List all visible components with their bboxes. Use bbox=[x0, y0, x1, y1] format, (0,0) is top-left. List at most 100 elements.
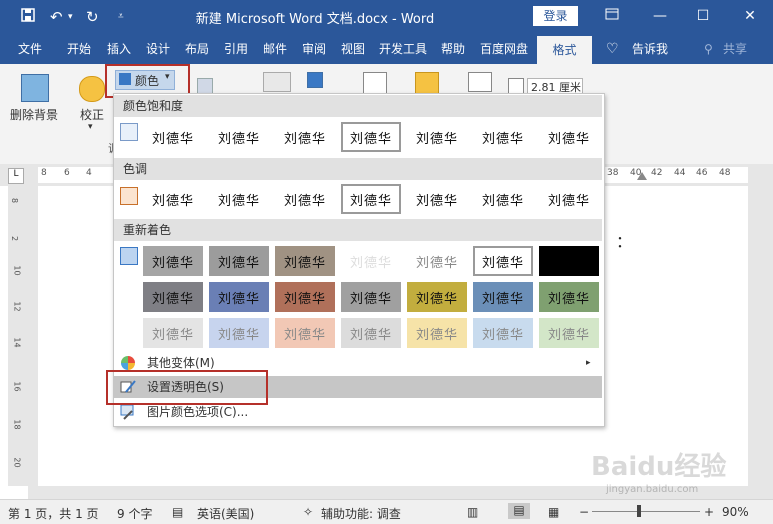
watermark-url: jingyan.baidu.com bbox=[606, 484, 699, 495]
crop-icon[interactable] bbox=[468, 72, 492, 92]
tell-me-box[interactable]: 告诉我 bbox=[632, 34, 668, 64]
recolor-swatch[interactable]: 刘德华 bbox=[407, 282, 467, 312]
saturation-swatch[interactable]: 刘德华 bbox=[473, 122, 533, 152]
recolor-swatch[interactable]: 刘德华 bbox=[473, 246, 533, 276]
web-layout-icon[interactable]: ▦ bbox=[548, 505, 559, 519]
accessibility-status[interactable]: 辅助功能: 调查 bbox=[321, 505, 401, 522]
undo-icon[interactable]: ↶ bbox=[50, 7, 63, 27]
tab-design[interactable]: 设计 bbox=[146, 34, 170, 64]
zoom-level[interactable]: 90% bbox=[722, 505, 749, 519]
ribbon-tabs: 文件 开始 插入 设计 布局 引用 邮件 审阅 视图 开发工具 帮助 百度网盘 … bbox=[0, 34, 773, 64]
recolor-swatch[interactable]: 刘德华 bbox=[341, 282, 401, 312]
tone-swatch[interactable]: 刘德华 bbox=[341, 184, 401, 214]
tab-stop-selector[interactable]: L bbox=[8, 168, 24, 184]
recolor-swatch[interactable]: 刘德华 bbox=[143, 318, 203, 348]
tab-insert[interactable]: 插入 bbox=[107, 34, 131, 64]
read-mode-icon[interactable]: ▥ bbox=[467, 505, 478, 519]
zoom-out-icon[interactable]: − bbox=[579, 505, 589, 519]
page-count[interactable]: 第 1 页，共 1 页 bbox=[8, 505, 99, 522]
tone-swatch[interactable]: 刘德华 bbox=[209, 184, 269, 214]
redo-icon[interactable]: ↻ bbox=[86, 7, 99, 27]
recolor-swatch[interactable]: 刘德华 bbox=[539, 246, 599, 276]
remove-background-button[interactable]: 删除背景 bbox=[10, 106, 58, 123]
minimize-button[interactable]: — bbox=[645, 6, 675, 26]
tab-file[interactable]: 文件 bbox=[18, 34, 42, 64]
recolor-swatch[interactable]: 刘德华 bbox=[473, 282, 533, 312]
corrections-icon[interactable] bbox=[79, 76, 105, 102]
word-count[interactable]: 9 个字 bbox=[117, 505, 152, 522]
ruler-number: 38 bbox=[607, 168, 619, 178]
remove-background-icon[interactable] bbox=[21, 74, 49, 102]
proofing-icon[interactable]: ▤ bbox=[172, 505, 183, 519]
recolor-swatch[interactable]: 刘德华 bbox=[275, 246, 335, 276]
recolor-swatch[interactable]: 刘德华 bbox=[407, 318, 467, 348]
close-button[interactable]: ✕ bbox=[735, 6, 765, 26]
picture-color-options-icon bbox=[120, 404, 136, 420]
tab-baidu-netdisk[interactable]: 百度网盘 bbox=[480, 34, 528, 64]
print-layout-icon[interactable]: ▤ bbox=[508, 503, 530, 519]
saturation-swatch[interactable]: 刘德华 bbox=[143, 122, 203, 152]
vertical-ruler: 8 2 10 12 14 16 18 20 bbox=[8, 186, 28, 486]
tone-swatch[interactable]: 刘德华 bbox=[539, 184, 599, 214]
zoom-in-icon[interactable]: + bbox=[704, 505, 714, 519]
ruler-number: 4 bbox=[86, 168, 92, 178]
ribbon-display-options-icon[interactable] bbox=[597, 6, 627, 26]
recolor-swatch[interactable]: 刘德华 bbox=[275, 282, 335, 312]
corrections-button[interactable]: 校正 bbox=[80, 106, 104, 123]
saturation-swatch[interactable]: 刘德华 bbox=[275, 122, 335, 152]
tab-home[interactable]: 开始 bbox=[67, 34, 91, 64]
compress-picture-icon[interactable] bbox=[197, 78, 213, 94]
recolor-swatch[interactable]: 刘德华 bbox=[143, 282, 203, 312]
zoom-slider-thumb[interactable] bbox=[637, 505, 641, 517]
saturation-swatch[interactable]: 刘德华 bbox=[407, 122, 467, 152]
recolor-swatch[interactable]: 刘德华 bbox=[209, 282, 269, 312]
ruler-number: 2 bbox=[10, 235, 20, 242]
tab-references[interactable]: 引用 bbox=[224, 34, 248, 64]
ruler-number: 12 bbox=[12, 301, 22, 312]
accessibility-icon[interactable]: ✧ bbox=[303, 505, 313, 519]
tab-format[interactable]: 格式 bbox=[537, 36, 592, 64]
share-button[interactable]: 共享 bbox=[723, 34, 747, 64]
recolor-swatch[interactable]: 刘德华 bbox=[539, 318, 599, 348]
recolor-swatch[interactable]: 刘德华 bbox=[407, 246, 467, 276]
recolor-swatch[interactable]: 刘德华 bbox=[539, 282, 599, 312]
recolor-swatch[interactable]: 刘德华 bbox=[341, 318, 401, 348]
recolor-swatch[interactable]: 刘德华 bbox=[341, 246, 401, 276]
maximize-button[interactable]: ☐ bbox=[688, 6, 718, 26]
tone-swatch[interactable]: 刘德华 bbox=[407, 184, 467, 214]
tone-icon bbox=[120, 187, 138, 205]
section-header-recolor: 重新着色 bbox=[114, 219, 602, 241]
undo-dropdown-icon[interactable]: ▾ bbox=[68, 7, 73, 27]
saturation-swatch[interactable]: 刘德华 bbox=[209, 122, 269, 152]
watermark-logo: Baidu经验 bbox=[591, 452, 727, 482]
tab-mailings[interactable]: 邮件 bbox=[263, 34, 287, 64]
corrections-dropdown-icon[interactable]: ▾ bbox=[88, 122, 93, 132]
login-button[interactable]: 登录 bbox=[533, 6, 578, 26]
tab-review[interactable]: 审阅 bbox=[302, 34, 326, 64]
customize-toolbar-icon[interactable]: ⩡ bbox=[118, 7, 124, 27]
picture-style-icon[interactable] bbox=[263, 72, 291, 92]
right-indent-marker[interactable] bbox=[637, 172, 647, 180]
zoom-slider[interactable] bbox=[592, 511, 700, 512]
recolor-swatch[interactable]: 刘德华 bbox=[209, 318, 269, 348]
saturation-swatch[interactable]: 刘德华 bbox=[341, 122, 401, 152]
saturation-swatch[interactable]: 刘德华 bbox=[539, 122, 599, 152]
recolor-swatch[interactable]: 刘德华 bbox=[209, 246, 269, 276]
language-status[interactable]: 英语(美国) bbox=[197, 505, 254, 522]
recolor-swatch[interactable]: 刘德华 bbox=[143, 246, 203, 276]
tone-swatch[interactable]: 刘德华 bbox=[275, 184, 335, 214]
tab-view[interactable]: 视图 bbox=[341, 34, 365, 64]
shape-height-icon bbox=[508, 78, 524, 94]
title-bar: ↶ ▾ ↻ ⩡ 新建 Microsoft Word 文档.docx - Word… bbox=[0, 0, 773, 34]
status-bar: 第 1 页，共 1 页 9 个字 ▤ 英语(美国) ✧ 辅助功能: 调查 ▥ ▤… bbox=[0, 499, 773, 524]
tab-developer[interactable]: 开发工具 bbox=[379, 34, 427, 64]
tab-layout[interactable]: 布局 bbox=[185, 34, 209, 64]
tab-help[interactable]: 帮助 bbox=[441, 34, 465, 64]
tone-swatch[interactable]: 刘德华 bbox=[143, 184, 203, 214]
save-icon[interactable] bbox=[20, 7, 36, 28]
recolor-swatch[interactable]: 刘德华 bbox=[473, 318, 533, 348]
recolor-swatch[interactable]: 刘德华 bbox=[275, 318, 335, 348]
picture-border-icon[interactable] bbox=[307, 72, 323, 88]
tone-swatch[interactable]: 刘德华 bbox=[473, 184, 533, 214]
ruler-number: 16 bbox=[12, 381, 22, 392]
